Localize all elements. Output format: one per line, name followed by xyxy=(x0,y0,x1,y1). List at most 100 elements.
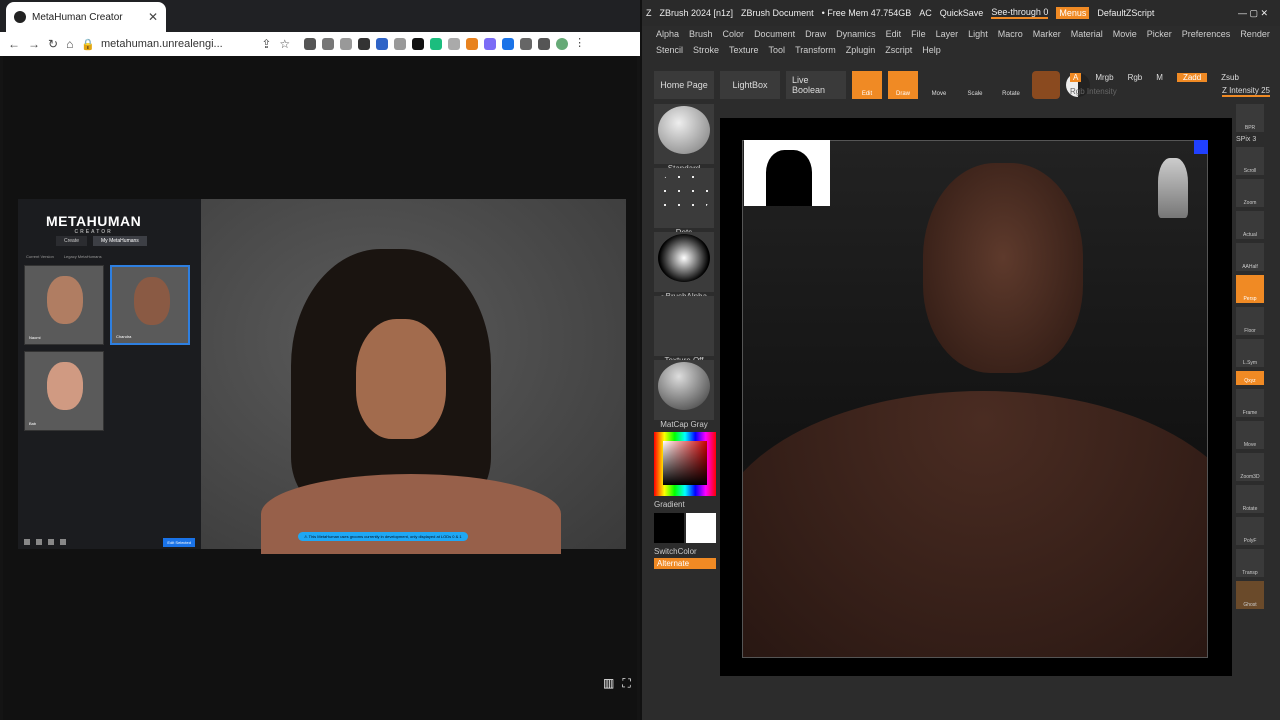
zsub-button[interactable]: Zsub xyxy=(1221,73,1239,82)
quicksave-button[interactable]: QuickSave xyxy=(940,8,984,18)
menu-transform[interactable]: Transform xyxy=(795,45,836,55)
extension-icon[interactable] xyxy=(394,38,407,50)
lightbox-button[interactable]: LightBox xyxy=(720,71,780,99)
polyf-button[interactable]: PolyF xyxy=(1236,517,1264,545)
menu-layer[interactable]: Layer xyxy=(936,29,959,39)
move-button[interactable]: Move xyxy=(1236,421,1264,449)
color-square[interactable] xyxy=(663,441,707,485)
menu-render[interactable]: Render xyxy=(1240,29,1270,39)
menu-color[interactable]: Color xyxy=(723,29,745,39)
avatar[interactable] xyxy=(556,38,569,50)
axis-gizmo-icon[interactable] xyxy=(1194,140,1208,154)
close-tab-icon[interactable]: ✕ xyxy=(148,10,158,24)
floor-button[interactable]: Floor xyxy=(1236,307,1264,335)
menu-draw[interactable]: Draw xyxy=(805,29,826,39)
address-bar[interactable]: 🔒 metahuman.unrealengi... xyxy=(81,38,253,51)
menu-marker[interactable]: Marker xyxy=(1033,29,1061,39)
extension-icon[interactable] xyxy=(304,38,317,50)
secondary-color-swatch[interactable] xyxy=(686,513,716,543)
alpha-slot[interactable]: ~BrushAlpha xyxy=(654,232,714,301)
export-icon[interactable] xyxy=(60,539,66,545)
brush-preview-icon[interactable] xyxy=(1032,71,1060,99)
aahalf-button[interactable]: AAHalf xyxy=(1236,243,1264,271)
menu-edit[interactable]: Edit xyxy=(886,29,902,39)
texture-slot[interactable]: Texture Off xyxy=(654,296,714,365)
extension-icon[interactable] xyxy=(412,38,425,50)
gradient-label[interactable]: Gradient xyxy=(654,500,716,509)
actual-button[interactable]: Actual xyxy=(1236,211,1264,239)
m-button[interactable]: M xyxy=(1156,73,1163,82)
rotate-button[interactable]: Rotate xyxy=(1236,485,1264,513)
menu-movie[interactable]: Movie xyxy=(1113,29,1137,39)
menu-alpha[interactable]: Alpha xyxy=(656,29,679,39)
menu-preferences[interactable]: Preferences xyxy=(1182,29,1231,39)
share-icon[interactable]: ⇪ xyxy=(261,37,271,51)
tab-create[interactable]: Create xyxy=(56,236,88,246)
extension-icon[interactable] xyxy=(376,38,389,50)
character-card[interactable]: Naomi xyxy=(24,265,104,345)
rgb-intensity-slider[interactable]: Rgb Intensity xyxy=(1070,87,1117,96)
navigation-cube-icon[interactable] xyxy=(1158,158,1188,218)
zadd-button[interactable]: Zadd xyxy=(1176,72,1208,82)
menus-button[interactable]: Menus xyxy=(1056,7,1090,19)
more-menu-icon[interactable]: ⋮ xyxy=(574,38,586,50)
menu-tool[interactable]: Tool xyxy=(769,45,786,55)
forward-icon[interactable]: → xyxy=(28,37,40,51)
fullscreen-icon[interactable]: ⛶ xyxy=(622,676,630,691)
menu-light[interactable]: Light xyxy=(968,29,988,39)
home-page-button[interactable]: Home Page xyxy=(654,71,714,99)
spix-slider[interactable]: SPix 3 xyxy=(1236,136,1266,143)
material-slot[interactable]: MatCap Gray xyxy=(654,360,714,429)
extension-icon[interactable] xyxy=(340,38,353,50)
frame-button[interactable]: Frame xyxy=(1236,389,1264,417)
z-intensity-slider[interactable]: Z Intensity 25 xyxy=(1221,86,1270,97)
scroll-button[interactable]: Scroll xyxy=(1236,147,1264,175)
duplicate-icon[interactable] xyxy=(36,539,42,545)
edit-mode-button[interactable]: Edit xyxy=(852,71,882,99)
home-icon[interactable]: ⌂ xyxy=(66,37,73,51)
menu-zplugin[interactable]: Zplugin xyxy=(846,45,876,55)
ghost-button[interactable]: Ghost xyxy=(1236,581,1264,609)
mrgb-button[interactable]: Mrgb xyxy=(1095,73,1113,82)
draw-mode-button[interactable]: Draw xyxy=(888,71,918,99)
extension-icon[interactable] xyxy=(322,38,335,50)
see-through-slider[interactable]: See-through 0 xyxy=(991,7,1049,19)
menu-document[interactable]: Document xyxy=(754,29,795,39)
primary-color-swatch[interactable] xyxy=(654,513,684,543)
menu-brush[interactable]: Brush xyxy=(689,29,713,39)
add-icon[interactable] xyxy=(48,539,54,545)
a-button[interactable]: A xyxy=(1070,72,1082,82)
bookmark-star-icon[interactable]: ☆ xyxy=(279,37,290,51)
rotate-mode-button[interactable]: Rotate xyxy=(996,71,1026,99)
stats-icon[interactable]: ▥ xyxy=(603,676,614,691)
menu-stroke[interactable]: Stroke xyxy=(693,45,719,55)
menu-help[interactable]: Help xyxy=(922,45,941,55)
zoom3d-button[interactable]: Zoom3D xyxy=(1236,453,1264,481)
character-card-selected[interactable]: Chandra xyxy=(110,265,190,345)
extension-icon[interactable] xyxy=(448,38,461,50)
tab-current-version[interactable]: Current Version xyxy=(26,254,54,259)
extension-icon[interactable] xyxy=(484,38,497,50)
metamask-icon[interactable] xyxy=(466,38,479,50)
bpr-button[interactable]: BPR xyxy=(1236,104,1264,132)
live-boolean-button[interactable]: Live Boolean xyxy=(786,71,846,99)
brush-slot[interactable]: Standard xyxy=(654,104,714,173)
alternate-button[interactable]: Alternate xyxy=(654,558,716,569)
stroke-slot[interactable]: Dots xyxy=(654,168,714,237)
script-name[interactable]: DefaultZScript xyxy=(1097,8,1154,18)
menu-macro[interactable]: Macro xyxy=(998,29,1023,39)
color-picker[interactable] xyxy=(654,432,716,496)
metahuman-viewport[interactable]: ⚠ This MetaHuman uses grooms currently i… xyxy=(201,199,626,554)
puzzle-icon[interactable] xyxy=(520,38,533,50)
delete-icon[interactable] xyxy=(24,539,30,545)
document-canvas[interactable] xyxy=(742,140,1208,658)
tab-legacy[interactable]: Legacy MetaHumans xyxy=(64,254,102,259)
extension-icon[interactable] xyxy=(358,38,371,50)
back-icon[interactable]: ← xyxy=(8,37,20,51)
qxyz-button[interactable]: Qxyz xyxy=(1236,371,1264,385)
menu-stencil[interactable]: Stencil xyxy=(656,45,683,55)
edit-selected-button[interactable]: Edit Selected xyxy=(163,538,195,547)
browser-tab[interactable]: MetaHuman Creator ✕ xyxy=(6,2,166,32)
menu-material[interactable]: Material xyxy=(1071,29,1103,39)
zoom-button[interactable]: Zoom xyxy=(1236,179,1264,207)
